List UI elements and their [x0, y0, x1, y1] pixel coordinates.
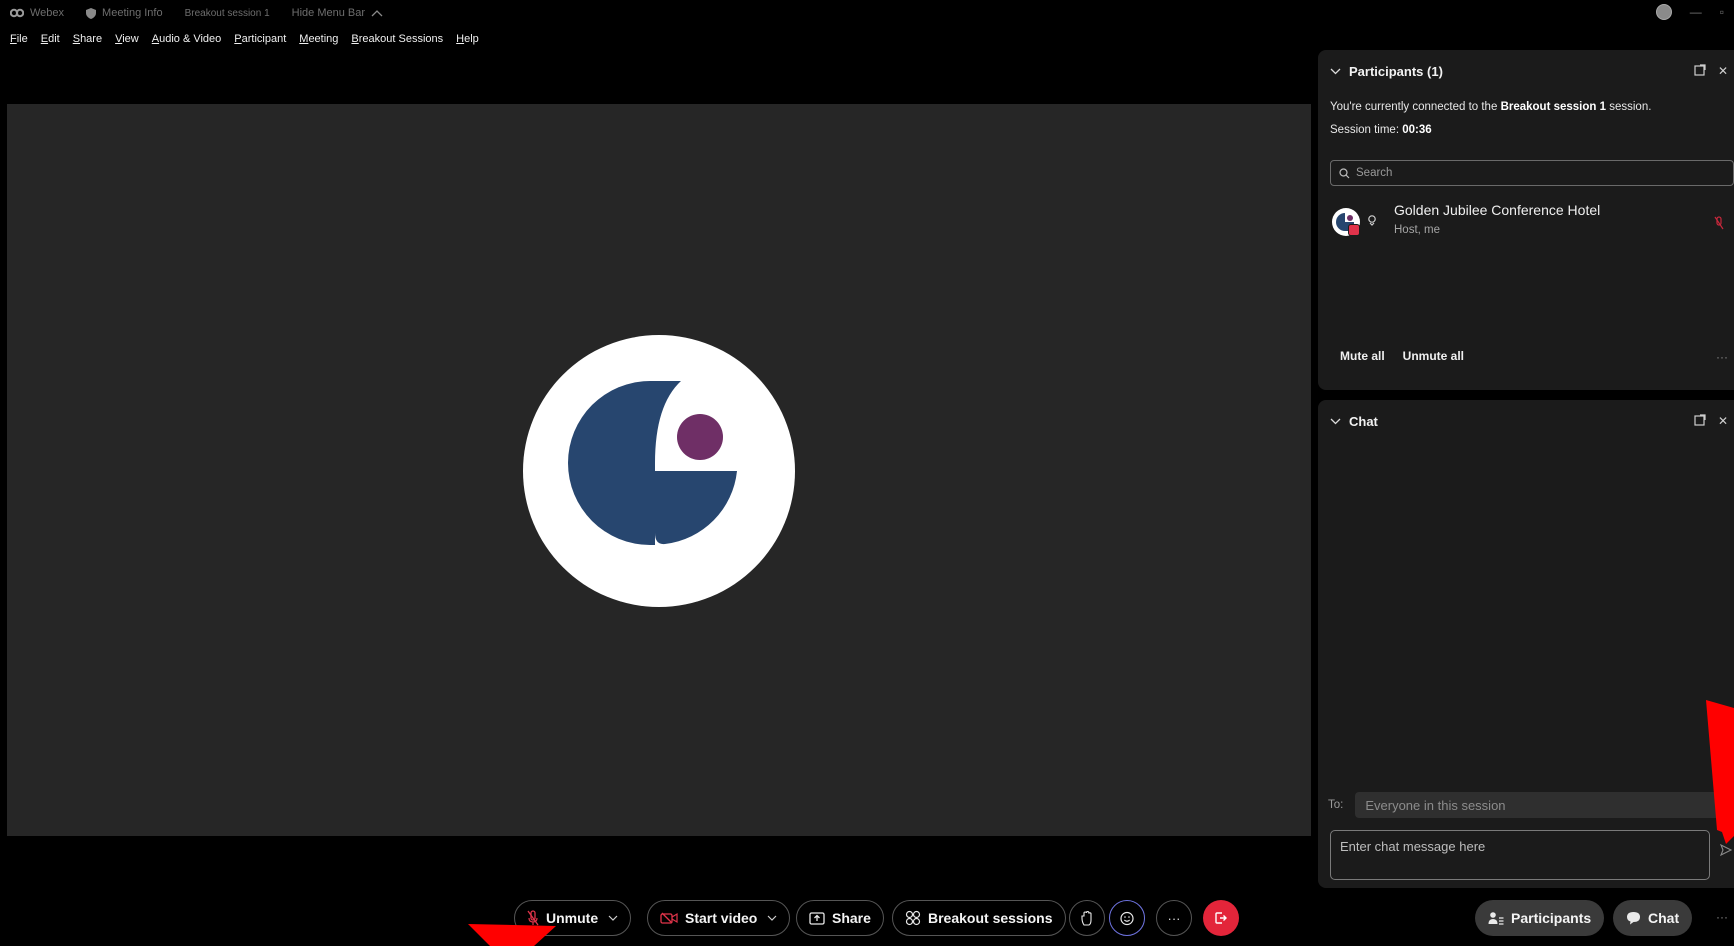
- menu-meeting[interactable]: Meeting: [299, 33, 338, 45]
- participant-video-avatar: [523, 335, 795, 607]
- participant-search-input[interactable]: Search: [1330, 160, 1734, 186]
- connected-session-name: Breakout session 1: [1500, 101, 1607, 113]
- menu-help[interactable]: Help: [456, 33, 479, 45]
- reactions-button[interactable]: [1109, 900, 1145, 936]
- chat-recipient-value: Everyone in this session: [1365, 797, 1506, 813]
- close-icon[interactable]: ✕: [1718, 414, 1728, 428]
- participants-toggle-label: Participants: [1511, 910, 1592, 926]
- user-avatar[interactable]: [1655, 4, 1672, 20]
- chevron-down-icon: [1330, 418, 1341, 425]
- unmute-label: Unmute: [546, 910, 599, 926]
- breakout-icon: [905, 910, 921, 926]
- send-icon[interactable]: [1720, 844, 1732, 856]
- breakout-sessions-button[interactable]: Breakout sessions: [892, 900, 1066, 936]
- app-name: Webex: [30, 7, 65, 19]
- video-stage: [7, 104, 1311, 836]
- raise-hand-button[interactable]: [1069, 900, 1105, 936]
- participants-toggle-button[interactable]: Participants: [1475, 900, 1605, 936]
- share-icon: [809, 911, 825, 925]
- chevron-down-icon[interactable]: [608, 915, 618, 921]
- session-time-value: 00:36: [1402, 124, 1432, 136]
- menu-participant[interactable]: Participant: [234, 33, 286, 45]
- breakout-sessions-label: Breakout sessions: [928, 910, 1053, 926]
- unmute-button[interactable]: Unmute: [514, 900, 632, 936]
- title-bar: Webex Meeting Info Breakout session 1 Hi…: [0, 0, 1734, 26]
- menu-view[interactable]: View: [115, 33, 139, 45]
- host-icon: [1368, 215, 1376, 226]
- popout-icon[interactable]: [1694, 414, 1706, 426]
- hide-menu-bar-label: Hide Menu Bar: [291, 7, 366, 19]
- restore-icon[interactable]: ▫: [1720, 5, 1724, 19]
- chat-toggle-button[interactable]: Chat: [1613, 900, 1693, 936]
- participants-panel-actions: ✕: [1694, 64, 1728, 78]
- menu-edit[interactable]: Edit: [41, 33, 60, 45]
- start-video-button[interactable]: Start video: [647, 900, 791, 936]
- participants-panel-header[interactable]: Participants (1): [1330, 64, 1443, 79]
- menu-file[interactable]: File: [10, 33, 28, 45]
- meeting-info-button[interactable]: Meeting Info: [86, 7, 163, 19]
- leave-icon: [1215, 912, 1227, 924]
- meeting-info-label: Meeting Info: [102, 7, 163, 19]
- participant-bulk-actions: Mute all Unmute all: [1340, 349, 1464, 363]
- participants-panel-title: Participants (1): [1349, 64, 1443, 79]
- reactions-icon: [1120, 911, 1134, 926]
- webex-logo-icon: [10, 8, 24, 18]
- share-label: Share: [832, 910, 871, 926]
- participants-panel: Participants (1) ✕ You're currently conn…: [1318, 50, 1734, 390]
- search-icon: [1339, 167, 1350, 178]
- session-title: Breakout session 1: [185, 8, 270, 19]
- chat-panel-header[interactable]: Chat: [1330, 414, 1378, 429]
- chat-panel: Chat ✕ To: Everyone in this session Ente…: [1318, 400, 1734, 888]
- chat-panel-actions: ✕: [1694, 414, 1728, 428]
- shield-icon: [86, 7, 97, 19]
- session-time: Session time: 00:36: [1330, 124, 1432, 136]
- chevron-up-icon: [371, 10, 383, 17]
- close-icon[interactable]: ✕: [1718, 64, 1728, 78]
- chat-icon: [1627, 912, 1640, 925]
- connected-session-text: You're currently connected to the Breako…: [1330, 101, 1652, 113]
- hide-menu-bar-button[interactable]: Hide Menu Bar: [292, 7, 383, 19]
- mic-muted-icon[interactable]: [1714, 216, 1724, 230]
- chat-recipient: To: Everyone in this session: [1328, 792, 1734, 818]
- muted-badge-icon: [1348, 224, 1360, 236]
- raise-hand-icon: [1081, 910, 1092, 926]
- participant-name: Golden Jubilee Conference Hotel: [1394, 202, 1601, 218]
- more-options-button[interactable]: ···: [1156, 900, 1192, 936]
- chat-input-placeholder: Enter chat message here: [1340, 839, 1486, 854]
- session-title-label: Breakout session 1: [184, 7, 270, 19]
- popout-icon[interactable]: [1694, 64, 1706, 76]
- participant-row[interactable]: Golden Jubilee Conference Hotel Host, me: [1332, 202, 1732, 246]
- session-info: You're currently connected to the Breako…: [1330, 96, 1651, 142]
- share-button[interactable]: Share: [796, 900, 884, 936]
- menu-share[interactable]: Share: [73, 33, 102, 45]
- more-icon: ···: [1167, 910, 1181, 926]
- chat-recipient-select[interactable]: Everyone in this session: [1355, 792, 1734, 818]
- start-video-label: Start video: [685, 910, 758, 926]
- more-icon[interactable]: ···: [1716, 910, 1728, 924]
- chat-toggle-label: Chat: [1648, 910, 1680, 926]
- leave-meeting-button[interactable]: [1203, 900, 1239, 936]
- window-controls: — ▫: [1655, 4, 1724, 20]
- menu-audio-video[interactable]: Audio & Video: [152, 33, 222, 45]
- minimize-icon[interactable]: —: [1690, 5, 1702, 19]
- chevron-down-icon: [1330, 68, 1341, 75]
- menu-breakout-sessions[interactable]: Breakout Sessions: [351, 33, 443, 45]
- unmute-all-button[interactable]: Unmute all: [1403, 349, 1464, 363]
- menu-bar: File Edit Share View Audio & Video Parti…: [0, 28, 492, 50]
- participants-icon: [1488, 912, 1504, 925]
- chat-message-input[interactable]: Enter chat message here: [1330, 830, 1710, 880]
- search-placeholder: Search: [1356, 167, 1393, 179]
- webex-window: Webex Meeting Info Breakout session 1 Hi…: [0, 0, 1734, 946]
- more-icon[interactable]: ···: [1716, 350, 1728, 364]
- organization-logo: [568, 381, 737, 545]
- video-off-icon: [660, 912, 678, 924]
- chat-panel-title: Chat: [1349, 414, 1378, 429]
- app-title: Webex: [10, 7, 64, 19]
- mute-all-button[interactable]: Mute all: [1340, 349, 1385, 363]
- mic-muted-icon: [527, 910, 539, 926]
- participant-role: Host, me: [1394, 224, 1441, 236]
- chat-to-label: To:: [1328, 799, 1344, 811]
- chevron-down-icon[interactable]: [767, 915, 777, 921]
